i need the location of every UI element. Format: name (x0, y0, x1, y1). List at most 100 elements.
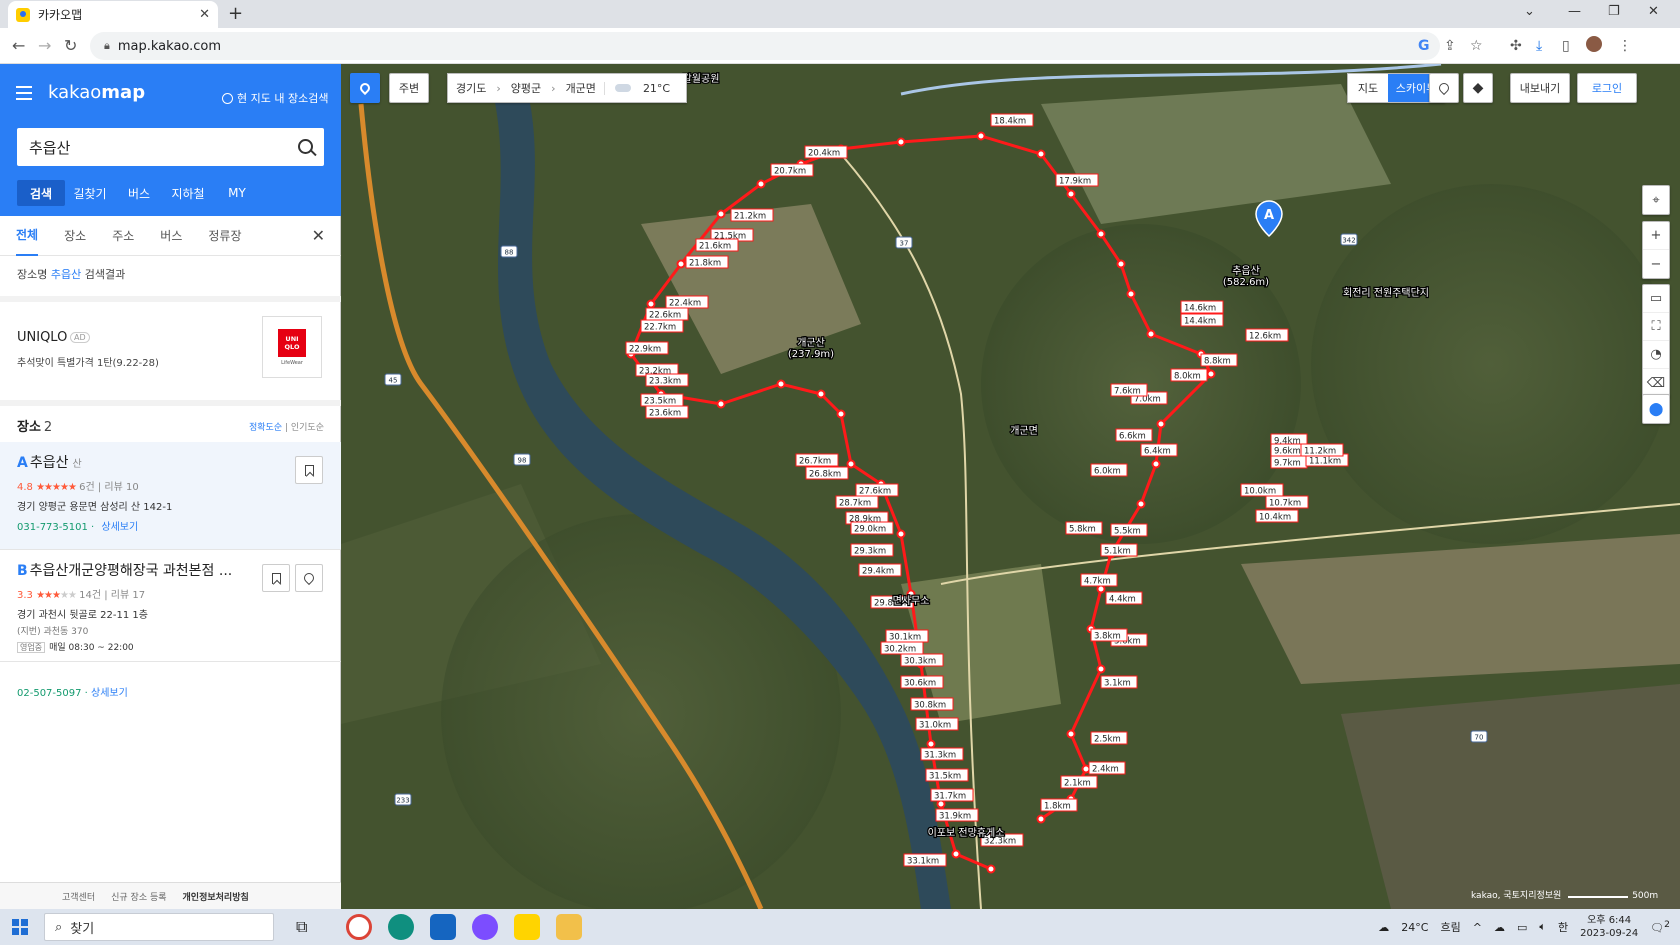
chrome-menu-icon[interactable]: ⋮ (1618, 38, 1632, 54)
back-icon[interactable]: ← (12, 36, 25, 55)
mail-icon[interactable] (430, 914, 456, 940)
sort-popularity[interactable]: 인기도순 (291, 423, 324, 433)
footer-support[interactable]: 고객센터 (62, 890, 95, 903)
notification-icon[interactable]: 🗨︎2 (1650, 919, 1670, 935)
place-label[interactable]: 갈월공원 (681, 71, 720, 87)
tab-directions[interactable]: 길찾기 (66, 180, 114, 206)
browser-tab[interactable]: 카카오맵 ✕ (8, 1, 218, 28)
task-view-icon[interactable]: ⧉ (296, 917, 322, 943)
blue-pin-icon[interactable]: ⬤ (1643, 395, 1669, 423)
zoom-out-icon[interactable]: − (1643, 250, 1669, 278)
close-window-icon[interactable]: ✕ (1648, 4, 1659, 19)
volume-icon[interactable]: 🔈︎ (1539, 920, 1546, 934)
search-input[interactable] (29, 138, 290, 156)
onedrive-icon[interactable]: ☁ (1494, 921, 1505, 934)
bookmark-button[interactable] (295, 456, 323, 484)
crosshair-icon[interactable]: ⌖ (1643, 186, 1669, 214)
tab-subway[interactable]: 지하철 (164, 180, 212, 206)
extensions-icon[interactable]: ✣ (1510, 38, 1522, 54)
map-pin-button[interactable] (295, 564, 323, 592)
google-translate-icon[interactable]: G (1418, 38, 1430, 54)
filter-stop[interactable]: 정류장 (208, 216, 241, 256)
side-panel-icon[interactable]: ▯ (1562, 38, 1570, 54)
rating-count[interactable]: 14건 (79, 590, 101, 601)
place-label[interactable]: 개군산 (796, 336, 826, 351)
place-label[interactable]: 추읍산 (1231, 264, 1261, 279)
filter-place[interactable]: 장소 (64, 216, 86, 256)
filter-address[interactable]: 주소 (112, 216, 134, 256)
nearby-button[interactable]: 주변 (389, 73, 429, 103)
place-result-a[interactable]: A 추읍산 산 4.8 ★★★★★ 6건 | 리뷰 10 경기 양평군 용문면 삼성… (0, 442, 341, 550)
taskbar-search[interactable]: ⌕ 찾기 (44, 913, 274, 941)
ime-indicator[interactable]: 한 (1558, 919, 1568, 935)
windows-start-icon[interactable] (12, 919, 28, 935)
tab-search[interactable]: 검색 (17, 180, 65, 206)
download-icon[interactable]: ⤓ (1536, 38, 1542, 54)
radius-icon[interactable]: ◔ (1643, 341, 1669, 369)
hamburger-menu-icon[interactable] (16, 86, 32, 100)
kakaomap-logo[interactable]: kakaomap (48, 82, 145, 103)
copilot-icon[interactable] (472, 914, 498, 940)
edge-icon[interactable] (388, 914, 414, 940)
zoom-in-icon[interactable]: + (1643, 222, 1669, 250)
review-count[interactable]: 리뷰 10 (104, 482, 138, 493)
filter-all[interactable]: 전체 (16, 216, 39, 256)
ad-banner[interactable]: UNIQLO AD 추석맞이 특별가격 1탄(9.22-28) UNI QLO … (0, 296, 341, 406)
login-button[interactable]: 로그인 (1577, 73, 1637, 103)
area-icon[interactable]: ⛶ (1643, 313, 1669, 341)
weather-widget[interactable]: 21°C (603, 81, 686, 95)
lock-icon[interactable]: 🔒︎ (104, 39, 110, 53)
network-icon[interactable]: ▭ (1517, 921, 1527, 934)
close-results-icon[interactable]: ✕ (312, 226, 325, 245)
breadcrumb-county[interactable]: 양평군 (503, 80, 549, 96)
tab-bus[interactable]: 버스 (115, 180, 163, 206)
current-map-search-toggle[interactable]: 현 지도 내 장소검색 (222, 90, 328, 106)
minimize-icon[interactable]: — (1568, 4, 1581, 19)
weather-cloud-icon[interactable]: ☁ (1378, 921, 1389, 934)
new-tab-button[interactable]: + (228, 3, 243, 24)
footer-register[interactable]: 신규 장소 등록 (111, 890, 166, 903)
tab-my[interactable]: MY (213, 180, 261, 206)
place-label[interactable]: 개군면 (1009, 424, 1039, 439)
rating-count[interactable]: 6건 (79, 482, 95, 493)
breadcrumb-province[interactable]: 경기도 (448, 80, 494, 96)
sort-accuracy[interactable]: 정확도순 (249, 423, 282, 433)
maximize-icon[interactable]: ❐ (1608, 4, 1620, 19)
detail-link[interactable]: 상세보기 (101, 522, 138, 533)
filter-bus[interactable]: 버스 (160, 216, 182, 256)
share-icon[interactable]: ⇪ (1444, 38, 1456, 54)
bookmark-button[interactable] (262, 564, 290, 592)
place-name[interactable]: B 추읍산개군양평해장국 과천본점 ... (17, 560, 232, 580)
reload-icon[interactable]: ↻ (64, 36, 77, 55)
map-type-normal[interactable]: 지도 (1348, 74, 1388, 102)
place-label[interactable]: (582.6m) (1222, 276, 1271, 290)
my-location-pin-button[interactable] (350, 73, 380, 103)
chrome-icon[interactable] (346, 914, 372, 940)
place-label[interactable]: 이포보 전망휴게소 (926, 826, 1005, 841)
tab-search-chevron-icon[interactable]: ⌄ (1524, 4, 1535, 19)
breadcrumb-town[interactable]: 개군면 (558, 80, 604, 96)
map-view[interactable]: 1.8km2.1km2.4km2.5km3.1km3.6km3.8km4.4km… (341, 64, 1680, 909)
roadview-button[interactable] (1429, 73, 1459, 103)
footer-privacy[interactable]: 개인정보처리방침 (183, 890, 249, 903)
review-count[interactable]: 리뷰 17 (111, 590, 145, 601)
place-label[interactable]: 면사무소 (891, 594, 930, 609)
detail-link[interactable]: 상세보기 (91, 688, 128, 699)
address-bar[interactable]: 🔒︎ map.kakao.com (90, 32, 1440, 60)
place-name[interactable]: A 추읍산 산 (17, 452, 82, 472)
forward-icon[interactable]: → (38, 36, 51, 55)
search-icon[interactable] (290, 128, 324, 166)
layers-button[interactable]: ◆ (1463, 73, 1493, 103)
ruler-icon[interactable]: ▭ (1643, 285, 1669, 313)
profile-avatar[interactable] (1586, 36, 1602, 52)
tray-chevron-icon[interactable]: ^ (1473, 921, 1482, 934)
place-label[interactable]: (237.9m) (787, 348, 836, 362)
file-explorer-icon[interactable] (556, 914, 582, 940)
bookmark-star-icon[interactable]: ☆ (1470, 38, 1483, 54)
close-tab-icon[interactable]: ✕ (199, 7, 210, 22)
kakaotalk-icon[interactable] (514, 914, 540, 940)
place-label[interactable]: 회전리 전원주택단지 (1342, 286, 1430, 301)
place-result-b[interactable]: B 추읍산개군양평해장국 과천본점 ... 3.3 ★★★★★ 14건 | 리뷰 … (0, 550, 341, 662)
clock[interactable]: 오후 6:44 2023-09-24 (1580, 914, 1638, 940)
eraser-icon[interactable]: ⌫ (1643, 369, 1669, 397)
